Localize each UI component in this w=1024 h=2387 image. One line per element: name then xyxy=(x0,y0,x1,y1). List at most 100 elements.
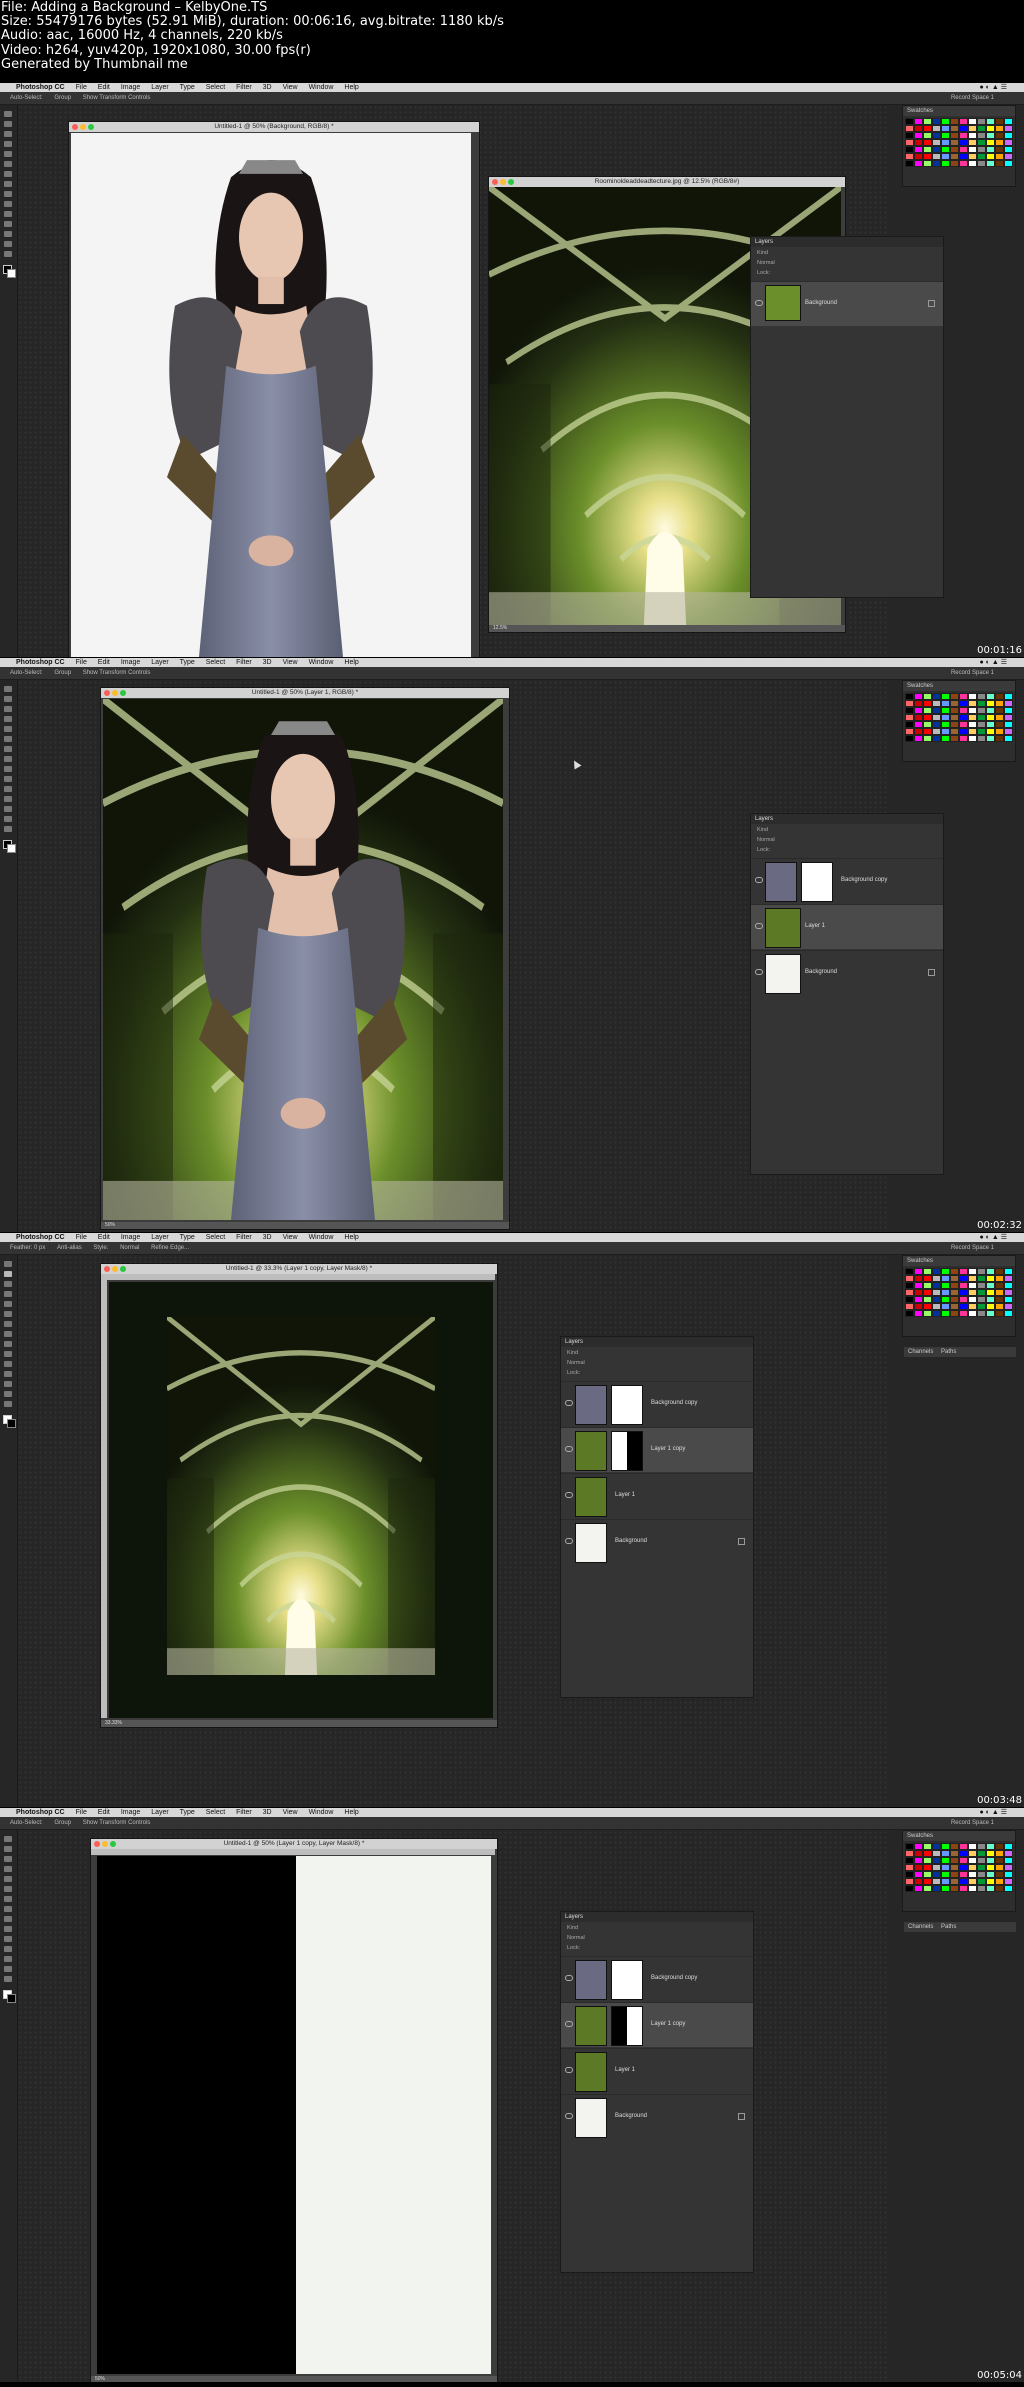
swatch-chip[interactable] xyxy=(968,1885,977,1892)
swatch-chip[interactable] xyxy=(950,1885,959,1892)
swatch-chip[interactable] xyxy=(986,1282,995,1289)
swatch-chip[interactable] xyxy=(914,139,923,146)
menu-filter[interactable]: Filter xyxy=(236,1809,252,1816)
layer-mask-thumbnail[interactable] xyxy=(611,1960,643,2000)
healing-tool-icon[interactable] xyxy=(4,746,12,752)
layer-mask-thumbnail[interactable] xyxy=(611,1385,643,1425)
layer-row[interactable]: Layer 1 xyxy=(751,904,943,949)
swatch-chip[interactable] xyxy=(1004,1878,1013,1885)
layer-name[interactable]: Background xyxy=(805,969,837,975)
blend-mode-select[interactable]: Normal xyxy=(751,836,943,844)
filter-kind[interactable]: Kind xyxy=(751,826,943,834)
swatch-chip[interactable] xyxy=(950,700,959,707)
swatch-chip[interactable] xyxy=(968,1310,977,1317)
menu-filter[interactable]: Filter xyxy=(236,659,252,666)
swatch-chip[interactable] xyxy=(914,1871,923,1878)
swatch-chip[interactable] xyxy=(968,714,977,721)
swatch-chip[interactable] xyxy=(977,118,986,125)
document-window-1[interactable]: Untitled-1 @ 33.3% (Layer 1 copy, Layer … xyxy=(100,1263,498,1728)
canvas[interactable] xyxy=(103,699,503,1220)
swatch-chip[interactable] xyxy=(1004,153,1013,160)
swatch-chip[interactable] xyxy=(932,1857,941,1864)
swatch-chip[interactable] xyxy=(905,1296,914,1303)
swatch-chip[interactable] xyxy=(905,714,914,721)
swatch-chip[interactable] xyxy=(977,1871,986,1878)
swatch-grid[interactable] xyxy=(903,116,1015,169)
swatch-chip[interactable] xyxy=(986,1268,995,1275)
layer-mask-thumbnail[interactable] xyxy=(611,1431,643,1471)
swatch-chip[interactable] xyxy=(1004,1282,1013,1289)
layer-name[interactable]: Background copy xyxy=(841,877,887,883)
swatch-chip[interactable] xyxy=(986,714,995,721)
swatch-chip[interactable] xyxy=(923,1843,932,1850)
swatch-chip[interactable] xyxy=(914,728,923,735)
eye-icon[interactable] xyxy=(755,877,763,883)
layer-name[interactable]: Layer 1 xyxy=(805,923,825,929)
quick-select-tool-icon[interactable] xyxy=(4,1291,12,1297)
swatch-chip[interactable] xyxy=(905,1885,914,1892)
swatch-chip[interactable] xyxy=(1004,160,1013,167)
menu-image[interactable]: Image xyxy=(121,1234,140,1241)
swatch-chip[interactable] xyxy=(968,118,977,125)
swatch-chip[interactable] xyxy=(1004,1850,1013,1857)
paths-tab[interactable]: Paths xyxy=(941,1349,956,1355)
swatch-chip[interactable] xyxy=(968,1275,977,1282)
hand-tool-icon[interactable] xyxy=(4,816,12,822)
swatch-chip[interactable] xyxy=(968,1857,977,1864)
swatch-chip[interactable] xyxy=(905,125,914,132)
auto-select-checkbox[interactable]: Auto-Select: xyxy=(10,1820,43,1826)
swatch-chip[interactable] xyxy=(995,735,1004,742)
menu-window[interactable]: Window xyxy=(309,659,334,666)
swatch-chip[interactable] xyxy=(932,1878,941,1885)
swatch-chip[interactable] xyxy=(932,1850,941,1857)
swatch-chip[interactable] xyxy=(986,139,995,146)
gradient-tool-icon[interactable] xyxy=(4,1936,12,1942)
swatch-chip[interactable] xyxy=(950,153,959,160)
swatch-chip[interactable] xyxy=(923,1857,932,1864)
swatch-chip[interactable] xyxy=(986,728,995,735)
layer-name[interactable]: Layer 1 xyxy=(615,2067,635,2073)
menu-file[interactable]: File xyxy=(76,659,87,666)
swatch-chip[interactable] xyxy=(932,707,941,714)
swatch-chip[interactable] xyxy=(950,714,959,721)
swatch-chip[interactable] xyxy=(932,1268,941,1275)
healing-tool-icon[interactable] xyxy=(4,1321,12,1327)
swatch-chip[interactable] xyxy=(968,1843,977,1850)
swatch-chip[interactable] xyxy=(968,707,977,714)
swatch-chip[interactable] xyxy=(932,1282,941,1289)
swatch-chip[interactable] xyxy=(950,139,959,146)
pen-tool-icon[interactable] xyxy=(4,1371,12,1377)
pen-tool-icon[interactable] xyxy=(4,221,12,227)
eyedropper-tool-icon[interactable] xyxy=(4,1886,12,1892)
swatch-chip[interactable] xyxy=(923,1310,932,1317)
layer-row[interactable]: Background xyxy=(751,281,943,326)
eraser-tool-icon[interactable] xyxy=(4,1926,12,1932)
swatch-chip[interactable] xyxy=(905,1289,914,1296)
crop-tool-icon[interactable] xyxy=(4,726,12,732)
swatch-chip[interactable] xyxy=(932,1871,941,1878)
swatch-chip[interactable] xyxy=(923,707,932,714)
layer-row[interactable]: Background xyxy=(561,2094,753,2139)
swatch-chip[interactable] xyxy=(959,153,968,160)
brush-tool-icon[interactable] xyxy=(4,1906,12,1912)
swatch-chip[interactable] xyxy=(914,125,923,132)
swatch-chip[interactable] xyxy=(959,735,968,742)
layer-mask-canvas[interactable] xyxy=(97,1856,491,2374)
swatch-chip[interactable] xyxy=(995,1850,1004,1857)
swatch-chip[interactable] xyxy=(905,1843,914,1850)
eye-icon[interactable] xyxy=(565,1446,573,1452)
swatch-chip[interactable] xyxy=(941,714,950,721)
swatch-chip[interactable] xyxy=(1004,1289,1013,1296)
swatch-chip[interactable] xyxy=(950,693,959,700)
eye-icon[interactable] xyxy=(755,969,763,975)
menu-view[interactable]: View xyxy=(283,659,298,666)
swatch-chip[interactable] xyxy=(995,1878,1004,1885)
swatch-chip[interactable] xyxy=(995,1289,1004,1296)
crop-tool-icon[interactable] xyxy=(4,1301,12,1307)
swatch-chip[interactable] xyxy=(914,693,923,700)
group-select[interactable]: Group xyxy=(54,1820,71,1826)
swatch-chip[interactable] xyxy=(941,693,950,700)
swatch-chip[interactable] xyxy=(968,1289,977,1296)
layer-mask-thumbnail[interactable] xyxy=(611,2006,643,2046)
blend-mode-select[interactable]: Normal xyxy=(751,259,943,267)
